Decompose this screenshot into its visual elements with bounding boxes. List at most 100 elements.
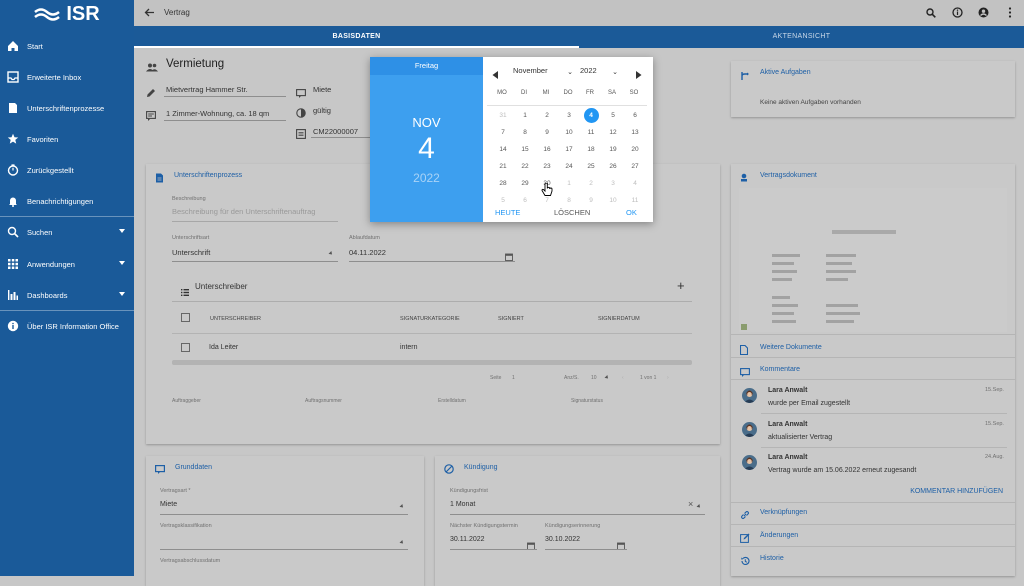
year-select[interactable]: 2022 ⌄ [580,64,620,77]
day-cell[interactable]: 19 [604,143,622,156]
day-cell[interactable]: 29 [516,177,534,190]
add-comment-button[interactable]: KOMMENTAR HINZUFÜGEN [910,488,1003,495]
dropdown-arrow-icon[interactable] [399,504,405,509]
link-icon [740,507,750,519]
calendar-icon[interactable] [505,248,513,266]
next-month-icon[interactable] [635,66,642,84]
signature-type-select[interactable]: Unterschrift [172,248,210,257]
history-section[interactable]: Historie [760,555,784,562]
termination-reminder-field[interactable]: 30.10.2022 [545,536,580,543]
day-cell[interactable]: 23 [538,160,556,173]
avatar [742,422,757,437]
contract-type-select[interactable]: Miete [160,501,177,508]
month-select-value: November [513,66,548,75]
sidebar-item-label: Zurückgestellt [27,165,74,175]
sidebar-item-search[interactable]: Suchen [0,219,134,245]
sidebar-item-applications[interactable]: Anwendungen [0,251,134,277]
tab-basisdaten[interactable]: BASISDATEN [134,26,579,48]
day-cell[interactable]: 11 [582,126,600,139]
blurred-text [826,278,848,281]
divider [731,546,1015,547]
termination-card: Kündigung Kündigungsfrist 1 Monat × Näch… [435,456,720,586]
calendar-icon[interactable] [617,537,625,555]
prev-month-icon[interactable] [492,66,499,84]
sidebar-item-about[interactable]: Über ISR Information Office [0,313,134,339]
per-page-label: Anz/S. [564,375,579,381]
per-page-select[interactable]: 10 [591,375,597,381]
more-vert-icon[interactable] [1008,7,1012,20]
ok-button[interactable]: OK [626,208,637,217]
day-cell[interactable]: 25 [582,160,600,173]
sidebar-item-start[interactable]: Start [0,33,134,59]
next-page-icon[interactable]: › [667,375,669,381]
blurred-text [826,262,852,265]
month-select[interactable]: November ⌄ [513,64,575,77]
field-underline [172,221,338,222]
dropdown-arrow-icon[interactable] [604,375,610,380]
prev-page-icon[interactable]: ‹ [622,375,624,381]
day-cell[interactable]: 24 [560,160,578,173]
add-signer-icon[interactable]: + [677,278,685,293]
day-cell[interactable]: 14 [494,143,512,156]
contract-name-field[interactable]: Mietvertrag Hammer Str. [166,85,248,94]
day-cell[interactable]: 21 [494,160,512,173]
sidebar-item-signature-processes[interactable]: Unterschriftenprozesse [0,95,134,121]
chevron-down-icon: ⌄ [567,69,573,76]
account-icon[interactable] [978,7,989,20]
field-label: Kündigungserinnerung [545,523,601,529]
day-cell[interactable]: 8 [516,126,534,139]
day-cell[interactable]: 2 [538,109,556,122]
day-cell[interactable]: 16 [538,143,556,156]
day-cell[interactable]: 26 [604,160,622,173]
links-section[interactable]: Verknüpfungen [760,509,807,516]
day-cell[interactable]: 10 [560,126,578,139]
dropdown-arrow-icon[interactable] [399,540,405,545]
day-cell[interactable]: 5 [604,109,622,122]
today-button[interactable]: HEUTE [495,208,520,217]
sidebar-item-favorites[interactable]: Favoriten [0,126,134,152]
select-all-checkbox[interactable] [181,313,190,322]
search-icon[interactable] [926,8,936,20]
info-icon[interactable] [952,7,963,20]
clear-button[interactable]: LÖSCHEN [554,208,590,217]
row-checkbox[interactable] [181,343,190,352]
sidebar-item-inbox[interactable]: Erweiterte Inbox [0,64,134,90]
sidebar-item-dashboards[interactable]: Dashboards [0,282,134,308]
day-cell[interactable]: 6 [626,109,644,122]
day-cell[interactable]: 13 [626,126,644,139]
dropdown-arrow-icon[interactable] [696,504,702,509]
sidebar-item-notifications[interactable]: Benachrichtigungen [0,188,134,214]
field-underline [349,261,515,262]
back-arrow-icon[interactable] [144,7,155,20]
dropdown-arrow-icon[interactable] [328,251,334,256]
day-cell[interactable]: 12 [604,126,622,139]
day-cell[interactable]: 18 [582,143,600,156]
chevron-down-icon [119,292,125,296]
day-cell[interactable]: 7 [494,126,512,139]
horizontal-scrollbar[interactable] [172,360,692,365]
more-documents-link[interactable]: Weitere Dokumente [760,344,822,351]
notice-period-select[interactable]: 1 Monat [450,501,475,508]
selected-year[interactable]: 2022 [370,171,483,185]
document-preview[interactable] [739,188,1007,332]
day-cell[interactable]: 22 [516,160,534,173]
clear-icon[interactable]: × [688,499,693,509]
sidebar-item-deferred[interactable]: Zurückgestellt [0,157,134,183]
day-cell[interactable]: 9 [538,126,556,139]
selected-day-cell[interactable]: 4 [583,108,599,123]
tab-aktenansicht[interactable]: AKTENANSICHT [579,26,1024,48]
day-cell[interactable]: 1 [516,109,534,122]
day-cell[interactable]: 15 [516,143,534,156]
sidebar-item-label: Benachrichtigungen [27,196,94,206]
expiry-date-field[interactable]: 04.11.2022 [349,248,386,257]
signature-description-input[interactable]: Beschreibung für den Unterschriftenauftr… [172,207,315,216]
day-cell[interactable]: 3 [560,109,578,122]
changes-section[interactable]: Änderungen [760,532,798,539]
next-termination-date-field[interactable]: 30.11.2022 [450,536,485,543]
calendar-icon[interactable] [527,537,535,555]
day-cell[interactable]: 17 [560,143,578,156]
contract-description-field[interactable]: 1 Zimmer-Wohnung, ca. 18 qm [166,109,269,118]
day-cell[interactable]: 28 [494,177,512,190]
day-cell[interactable]: 27 [626,160,644,173]
day-cell[interactable]: 20 [626,143,644,156]
